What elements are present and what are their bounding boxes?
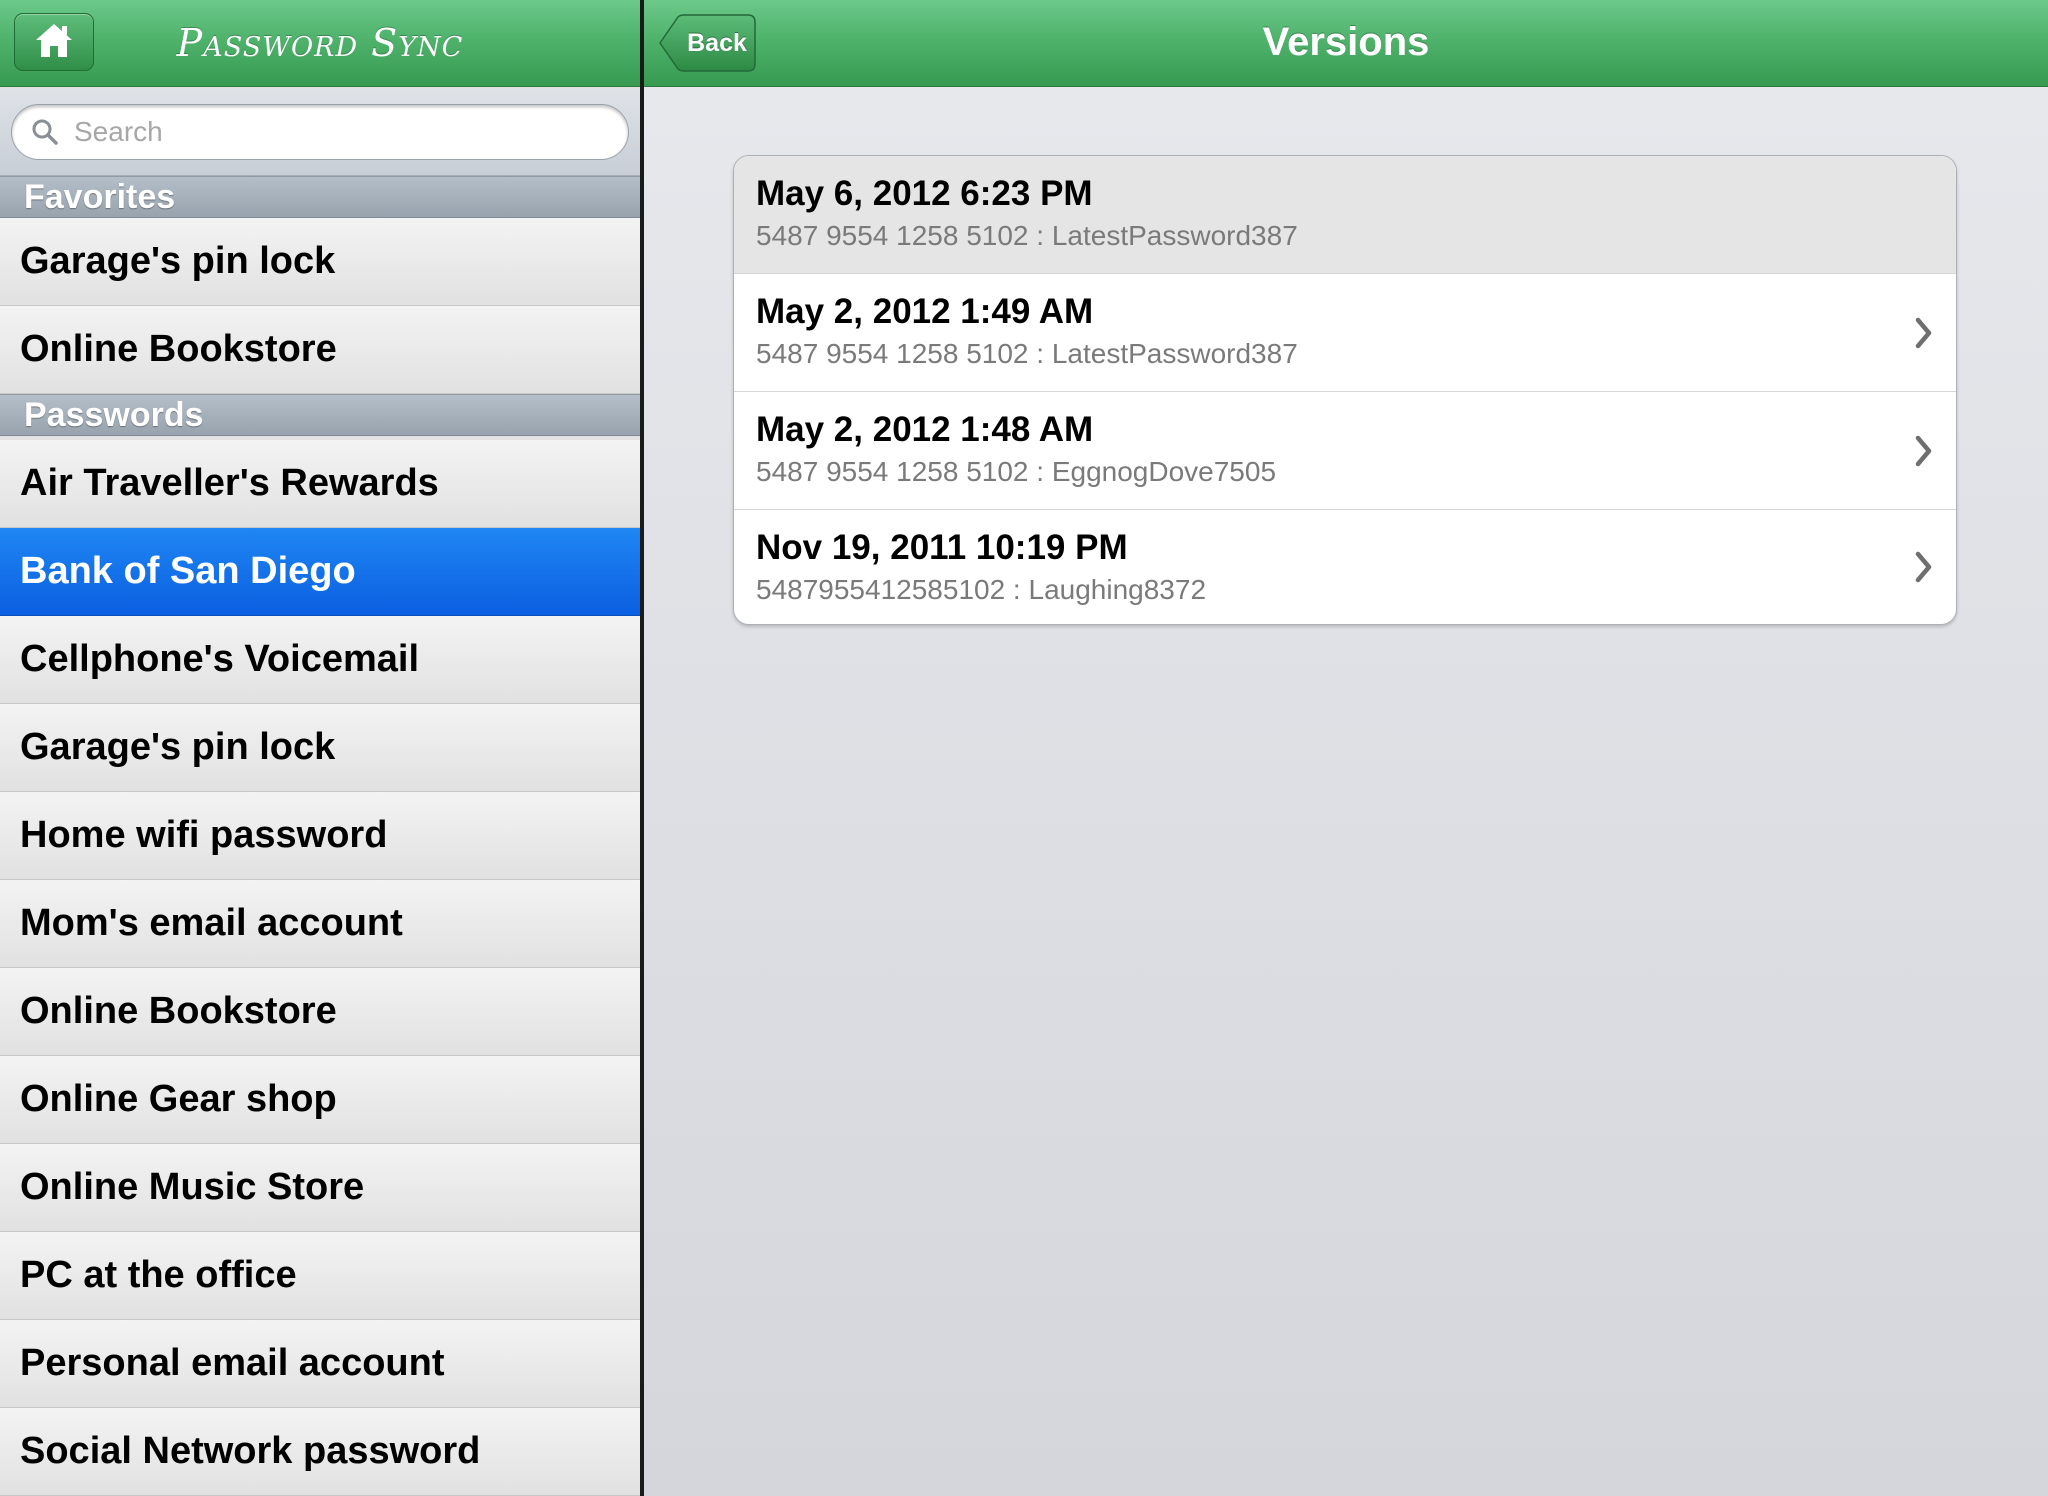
password-item-personal-email-account[interactable]: Personal email account: [0, 1320, 640, 1408]
home-icon: [34, 21, 74, 64]
back-button[interactable]: Back: [658, 14, 756, 72]
favorite-item-online-bookstore[interactable]: Online Bookstore: [0, 306, 640, 394]
version-date: May 2, 2012 1:48 AM: [756, 410, 1094, 449]
version-row[interactable]: May 2, 2012 1:48 AM 5487 9554 1258 5102 …: [734, 392, 1956, 510]
app-title: Password Sync: [176, 21, 464, 65]
password-item-bank-of-san-diego[interactable]: Bank of San Diego: [0, 528, 640, 616]
chevron-right-icon: [1915, 317, 1932, 349]
search-icon: [30, 117, 60, 147]
password-item-home-wifi-password[interactable]: Home wifi password: [0, 792, 640, 880]
version-row-current: May 6, 2012 6:23 PM 5487 9554 1258 5102 …: [734, 156, 1956, 274]
password-item-social-network-password[interactable]: Social Network password: [0, 1408, 640, 1496]
version-detail: 5487955412585102 : Laughing8372: [756, 574, 1207, 605]
detail-panel: Back Versions May 6, 2012 6:23 PM 5487 9…: [644, 0, 2048, 1496]
section-header-favorites: Favorites: [0, 176, 640, 218]
version-detail: 5487 9554 1258 5102 : EggnogDove7505: [756, 456, 1277, 487]
master-header: Password Sync: [0, 0, 640, 87]
version-date: May 6, 2012 6:23 PM: [756, 174, 1093, 213]
version-row[interactable]: Nov 19, 2011 10:19 PM 5487955412585102 :…: [734, 510, 1956, 624]
detail-nav-bar: Back Versions: [644, 0, 2048, 87]
search-input[interactable]: [72, 115, 628, 149]
version-detail: 5487 9554 1258 5102 : LatestPassword387: [756, 338, 1298, 369]
versions-table: May 6, 2012 6:23 PM 5487 9554 1258 5102 …: [733, 155, 1957, 625]
password-item-air-travellers-rewards[interactable]: Air Traveller's Rewards: [0, 440, 640, 528]
version-row[interactable]: May 2, 2012 1:49 AM 5487 9554 1258 5102 …: [734, 274, 1956, 392]
search-field[interactable]: [11, 104, 629, 160]
search-bar: [0, 88, 640, 176]
password-item-cellphones-voicemail[interactable]: Cellphone's Voicemail: [0, 616, 640, 704]
section-header-passwords: Passwords: [0, 394, 640, 436]
password-item-pc-at-the-office[interactable]: PC at the office: [0, 1232, 640, 1320]
chevron-right-icon: [1915, 551, 1932, 583]
version-date: May 2, 2012 1:49 AM: [756, 292, 1094, 331]
page-title: Versions: [1262, 20, 1430, 64]
home-button[interactable]: [14, 13, 94, 71]
password-item-moms-email-account[interactable]: Mom's email account: [0, 880, 640, 968]
back-label: Back: [687, 29, 747, 57]
favorite-item-garages-pin-lock[interactable]: Garage's pin lock: [0, 218, 640, 306]
password-item-online-bookstore[interactable]: Online Bookstore: [0, 968, 640, 1056]
master-panel: Password Sync Favorites Garage's pin loc…: [0, 0, 640, 1496]
password-item-online-music-store[interactable]: Online Music Store: [0, 1144, 640, 1232]
password-item-online-gear-shop[interactable]: Online Gear shop: [0, 1056, 640, 1144]
version-date: Nov 19, 2011 10:19 PM: [756, 528, 1128, 567]
version-detail: 5487 9554 1258 5102 : LatestPassword387: [756, 220, 1298, 251]
chevron-right-icon: [1915, 435, 1932, 467]
password-item-garages-pin-lock[interactable]: Garage's pin lock: [0, 704, 640, 792]
